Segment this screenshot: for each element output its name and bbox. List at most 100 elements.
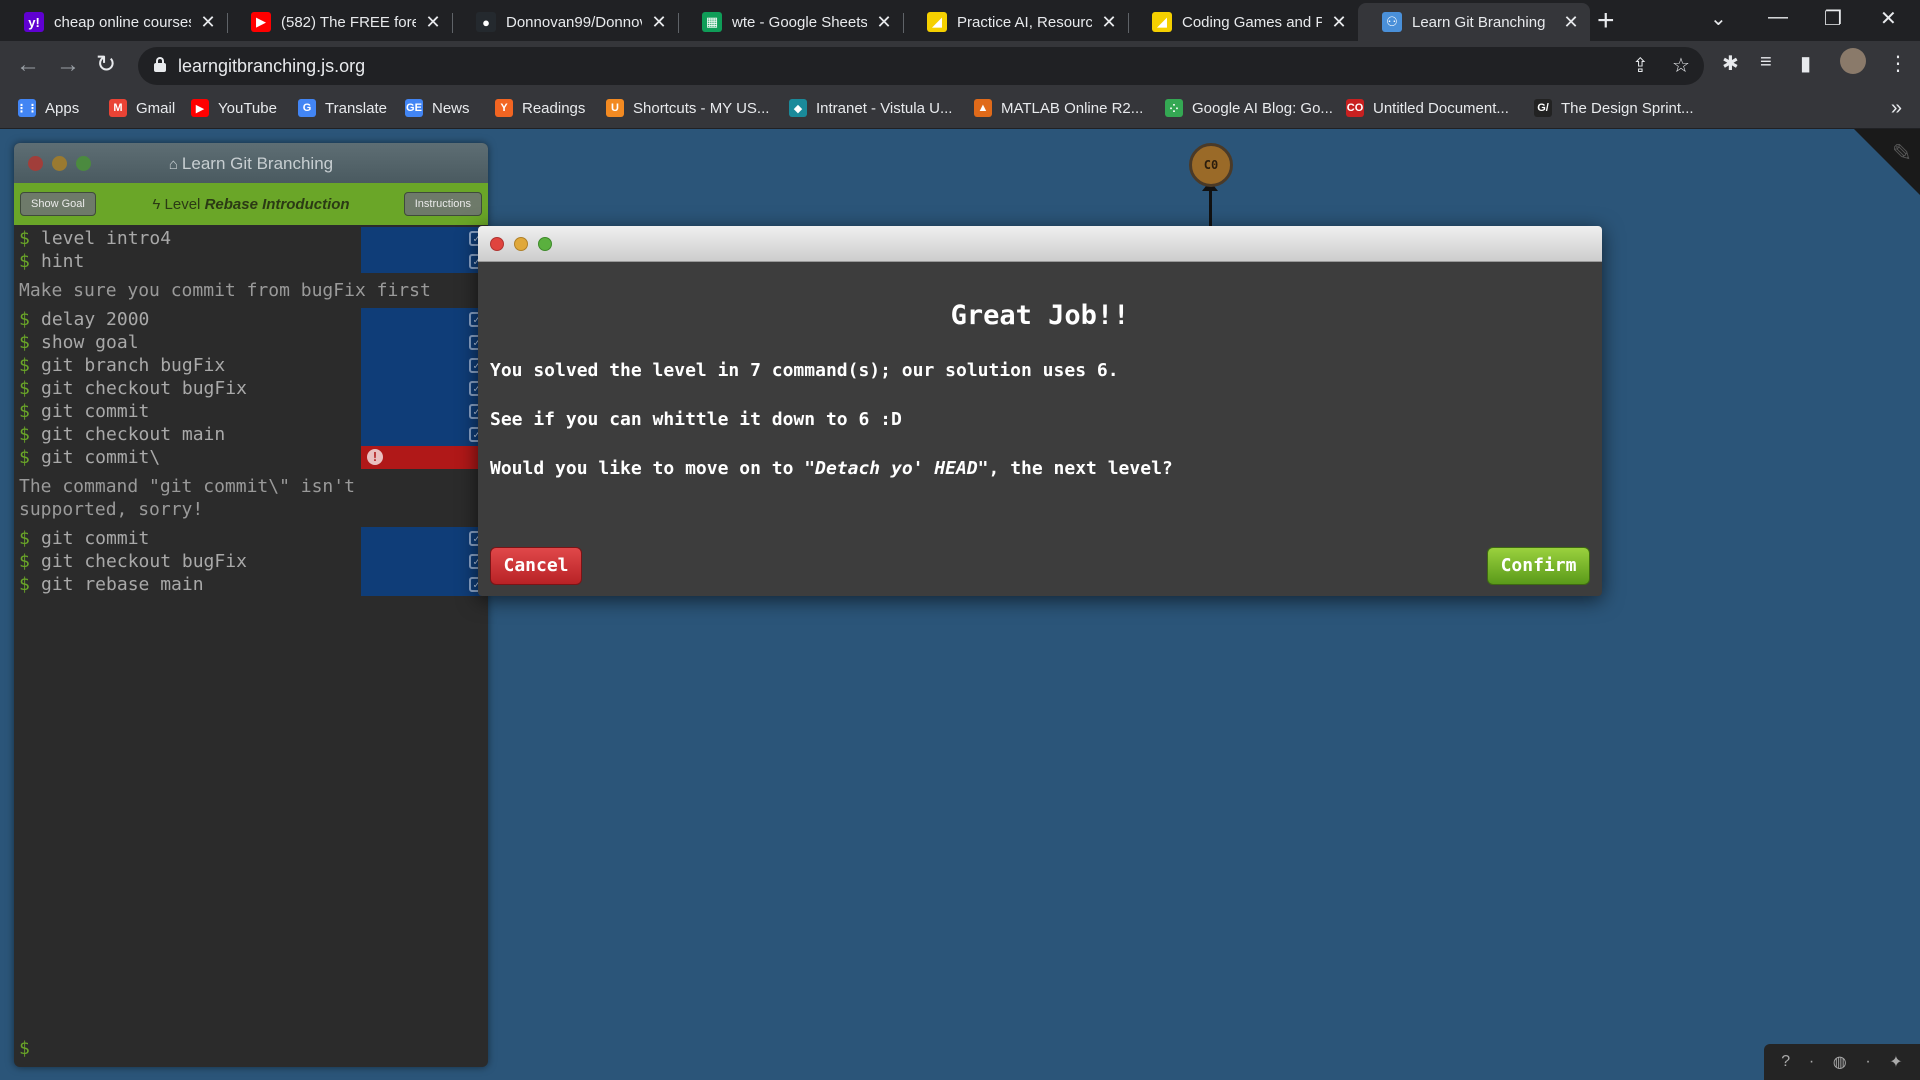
prompt-symbol: $ (19, 528, 30, 549)
bookmark-item[interactable]: ▶ YouTube (191, 99, 277, 117)
tab-close-icon[interactable]: ✕ (1562, 12, 1580, 33)
command-entry: $ show goal ✓ (14, 331, 488, 354)
bookmark-item[interactable]: CO Untitled Document... (1346, 99, 1509, 117)
wrench-icon[interactable]: ✎ (1892, 139, 1912, 168)
tab-close-icon[interactable]: ✕ (875, 12, 893, 33)
command-entry: $ git rebase main ✓ (14, 573, 488, 596)
prompt-symbol: $ (19, 355, 30, 376)
dialog-minimize-dot[interactable] (514, 237, 528, 251)
news-icon: GE (405, 99, 423, 117)
google-ai-icon: ⁘ (1165, 99, 1183, 117)
document-icon: CO (1346, 99, 1364, 117)
tab[interactable]: ▶ (582) The FREE forex i ✕ (227, 3, 452, 41)
tab[interactable]: ◢ Coding Games and Pr ✕ (1128, 3, 1358, 41)
back-icon[interactable]: ← (16, 51, 40, 79)
command-prompt[interactable]: $ (19, 1038, 30, 1059)
tab-close-icon[interactable]: ✕ (650, 12, 668, 33)
tab-search-icon[interactable]: ⌄ (1710, 6, 1727, 31)
page-canvas: C0 ✎ ⌂ Learn Git Branching Show Goal ϟ Le… (0, 129, 1920, 1080)
tab-title: cheap online courses (54, 13, 191, 31)
terminal-titlebar: ⌂ Learn Git Branching (14, 143, 488, 183)
dialog-close-dot[interactable] (490, 237, 504, 251)
menu-kebab-icon[interactable]: ⋮ (1888, 51, 1908, 76)
bookmark-item[interactable]: GE News (405, 99, 470, 117)
tab[interactable]: ▦ wte - Google Sheets ✕ (678, 3, 903, 41)
command-status-error: ! (361, 446, 488, 469)
terminal-panel: ⌂ Learn Git Branching Show Goal ϟ Level R… (14, 143, 488, 1067)
new-tab-icon[interactable]: + (1597, 6, 1615, 36)
forward-icon[interactable]: → (56, 51, 80, 79)
tab-title: Coding Games and Pr (1182, 13, 1322, 31)
more-bookmarks-icon[interactable]: » (1891, 97, 1902, 120)
command-text: git branch bugFix (41, 355, 226, 376)
bookmark-item[interactable]: ▲ MATLAB Online R2... (974, 99, 1143, 117)
reload-icon[interactable]: ↻ (96, 51, 116, 79)
bookmark-label: Gmail (136, 99, 176, 117)
command-text: git rebase main (41, 574, 204, 595)
translate-icon: G (298, 99, 316, 117)
globe-icon[interactable]: ◍ (1833, 1052, 1847, 1072)
profile-avatar[interactable] (1840, 48, 1866, 74)
close-window-icon[interactable]: ✕ (1880, 6, 1897, 31)
extensions-icon[interactable]: ✱ (1722, 51, 1739, 76)
tab-close-icon[interactable]: ✕ (424, 12, 442, 33)
cancel-button[interactable]: Cancel (490, 547, 582, 585)
command-text: delay 2000 (41, 309, 150, 330)
media-control-icon[interactable]: ≡ (1760, 51, 1772, 74)
tab[interactable]: ● Donnovan99/Donnov ✕ (452, 3, 678, 41)
commit-node-c0[interactable]: C0 (1189, 143, 1233, 187)
tab-close-icon[interactable]: ✕ (199, 12, 217, 33)
tab-close-icon[interactable]: ✕ (1100, 12, 1118, 33)
twitter-icon[interactable]: ✦ (1889, 1052, 1902, 1072)
bolt-icon: ϟ (152, 196, 165, 213)
side-panel-icon[interactable]: ▮ (1800, 51, 1811, 76)
bookmark-item[interactable]: ◆ Intranet - Vistula U... (789, 99, 952, 117)
dialog-title: Great Job!! (950, 300, 1130, 331)
lock-icon[interactable] (154, 57, 166, 72)
dialog-maximize-dot[interactable] (538, 237, 552, 251)
restore-icon[interactable]: ❐ (1824, 6, 1842, 31)
bookmark-item[interactable]: G Translate (298, 99, 387, 117)
address-bar[interactable]: learngitbranching.js.org ⇪ ☆ (138, 47, 1704, 85)
bookmark-item[interactable]: ⋮⋮ Apps (16, 99, 80, 117)
shortcuts-icon: U (606, 99, 624, 117)
tab-title: Practice AI, Resource (957, 13, 1092, 31)
command-entry: $ git commit\! (14, 446, 488, 469)
tab-title: Donnovan99/Donnov (506, 13, 642, 31)
help-icon[interactable]: ? (1781, 1053, 1790, 1071)
bookmark-item[interactable]: G/The Design Sprint... (1534, 99, 1694, 117)
bookmark-item[interactable]: U Shortcuts - MY US... (606, 99, 769, 117)
bookmark-item[interactable]: ⁘ Google AI Blog: Go... (1165, 99, 1333, 117)
confirm-button[interactable]: Confirm (1487, 547, 1590, 585)
corner-menu[interactable]: ✎ (1854, 129, 1920, 195)
command-status-ok: ✓ (361, 250, 488, 273)
terminal-title: ⌂ Learn Git Branching (168, 154, 334, 173)
bookmark-item[interactable]: M Gmail (109, 99, 175, 117)
command-status-ok: ✓ (361, 331, 488, 354)
command-status-ok: ✓ (361, 550, 488, 573)
command-text: level intro4 (41, 228, 172, 249)
command-status-ok: ✓ (361, 400, 488, 423)
tab-separator (227, 13, 228, 33)
command-entry: $ level intro4 ✓ (14, 227, 488, 250)
command-entry: $ git checkout bugFix ✓ (14, 377, 488, 400)
bookmark-label: Intranet - Vistula U... (816, 99, 953, 117)
tab[interactable]: y! cheap online courses ✕ (0, 3, 227, 41)
practice-icon: ◢ (927, 12, 947, 32)
command-entry: $ git checkout main ✓ (14, 423, 488, 446)
tab[interactable]: ◢ Practice AI, Resource ✕ (903, 3, 1128, 41)
share-icon[interactable]: ⇪ (1632, 53, 1649, 78)
url-text[interactable]: learngitbranching.js.org (178, 56, 365, 77)
bookmark-label: Readings (522, 99, 586, 117)
tab[interactable]: ⚇ Learn Git Branching ✕ (1358, 3, 1590, 41)
prompt-symbol: $ (19, 401, 30, 422)
minimize-icon[interactable]: — (1768, 6, 1788, 29)
bookmark-item[interactable]: Y Readings (495, 99, 585, 117)
youtube-icon: ▶ (251, 12, 271, 32)
instructions-button[interactable]: Instructions (403, 192, 482, 216)
bookmark-star-icon[interactable]: ☆ (1672, 53, 1690, 78)
intranet-icon: ◆ (789, 99, 807, 117)
command-text: git checkout bugFix (41, 551, 247, 572)
tab-close-icon[interactable]: ✕ (1330, 12, 1348, 33)
bookmark-label: Apps (45, 99, 80, 117)
